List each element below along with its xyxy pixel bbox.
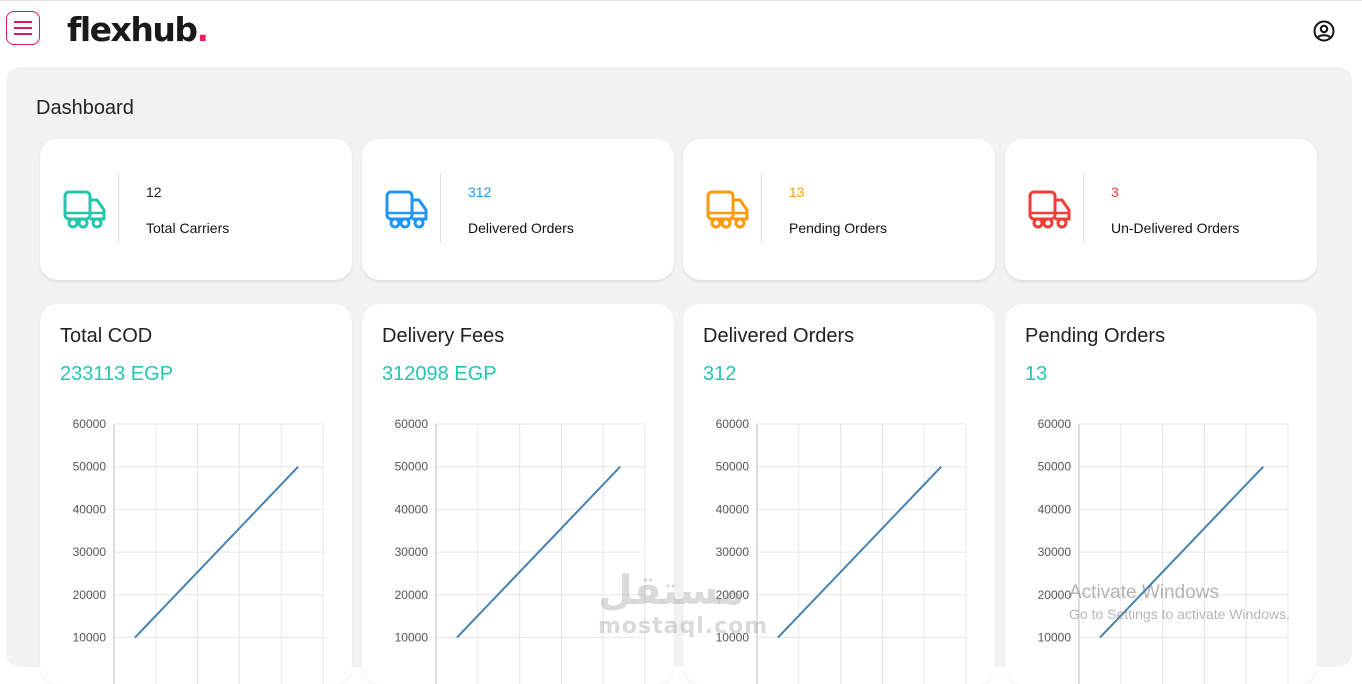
- stat-label: Pending Orders: [789, 220, 888, 236]
- card-value: 312: [703, 363, 737, 385]
- stat-card-total-carriers[interactable]: 12 Total Carriers: [40, 139, 352, 280]
- y-tick-label: 20000: [716, 588, 750, 602]
- truck-icon: [1028, 190, 1071, 229]
- card-title: Pending Orders: [1025, 325, 1166, 347]
- y-tick-label: 10000: [716, 631, 750, 645]
- truck-icon: [385, 190, 428, 229]
- y-tick-label: 60000: [1038, 417, 1072, 431]
- y-tick-label: 20000: [395, 588, 429, 602]
- stat-value: 3: [1111, 184, 1119, 200]
- y-tick-label: 20000: [73, 588, 107, 602]
- card-title: Total COD: [60, 325, 153, 347]
- line-chart: 60000 50000 40000 30000 20000 10000: [73, 417, 324, 684]
- truck-icon: [63, 190, 106, 229]
- y-tick-label: 40000: [1038, 502, 1072, 516]
- y-tick-label: 50000: [1038, 460, 1072, 474]
- stat-label: Delivered Orders: [468, 220, 574, 236]
- y-tick-label: 10000: [1038, 631, 1072, 645]
- logo-dot: .: [196, 10, 209, 49]
- y-tick-label: 20000: [1038, 588, 1072, 602]
- stat-value: 13: [789, 184, 805, 200]
- stat-value: 12: [146, 184, 162, 200]
- line-chart: 60000 50000 40000 30000 20000 10000: [1038, 417, 1289, 684]
- user-circle-icon: [1313, 20, 1335, 42]
- stat-card-delivered-orders[interactable]: 312 Delivered Orders: [362, 139, 674, 280]
- dashboard-panel: Dashboard 12 Total Carriers 312 Delivere…: [6, 67, 1352, 684]
- page-title: Dashboard: [36, 97, 134, 119]
- app-logo[interactable]: flexhub.: [67, 9, 209, 51]
- y-tick-label: 50000: [395, 460, 429, 474]
- stat-card-pending-orders[interactable]: 13 Pending Orders: [683, 139, 995, 280]
- y-tick-label: 10000: [73, 631, 107, 645]
- card-value: 13: [1025, 363, 1048, 385]
- y-tick-label: 50000: [73, 460, 107, 474]
- chart-card-total-cod: Total COD 233113 EGP 60000 50000 40000 3000…: [40, 304, 352, 684]
- truck-icon: [706, 190, 749, 229]
- card-value: 233113 EGP: [60, 363, 174, 385]
- profile-button[interactable]: [1312, 19, 1336, 43]
- line-chart: 60000 50000 40000 30000 20000 10000: [395, 417, 646, 684]
- y-tick-label: 60000: [395, 417, 429, 431]
- y-tick-label: 30000: [395, 545, 429, 559]
- chart-card-pending-orders: Pending Orders 13 60000 50000 40000 30000 20…: [1005, 304, 1317, 684]
- menu-button[interactable]: [6, 11, 40, 45]
- y-tick-label: 30000: [73, 545, 107, 559]
- y-tick-label: 40000: [395, 502, 429, 516]
- card-value: 312098 EGP: [382, 363, 497, 385]
- line-chart: 60000 50000 40000 30000 20000 10000: [716, 417, 967, 684]
- y-tick-label: 60000: [73, 417, 107, 431]
- stat-divider: [761, 173, 762, 243]
- stat-divider: [1083, 173, 1084, 243]
- y-tick-label: 60000: [716, 417, 750, 431]
- stat-value: 312: [468, 184, 492, 200]
- y-tick-label: 30000: [1038, 545, 1072, 559]
- chart-card-delivery-fees: Delivery Fees 312098 EGP 60000 50000 40000…: [362, 304, 674, 684]
- y-tick-label: 40000: [716, 502, 750, 516]
- y-tick-label: 10000: [395, 631, 429, 645]
- stat-label: Un-Delivered Orders: [1111, 220, 1240, 236]
- y-tick-label: 50000: [716, 460, 750, 474]
- y-tick-label: 40000: [73, 502, 107, 516]
- hamburger-menu-icon: [14, 21, 32, 35]
- stat-divider: [440, 173, 441, 243]
- top-bar: flexhub.: [0, 0, 1362, 63]
- chart-card-delivered-orders: Delivered Orders 312 60000 50000 40000 3000…: [683, 304, 995, 684]
- stat-divider: [118, 173, 119, 243]
- card-title: Delivery Fees: [382, 325, 505, 347]
- stat-card-undelivered-orders[interactable]: 3 Un-Delivered Orders: [1005, 139, 1317, 280]
- card-title: Delivered Orders: [703, 325, 855, 347]
- logo-text: flexhub: [67, 10, 198, 49]
- stat-label: Total Carriers: [146, 220, 230, 236]
- y-tick-label: 30000: [716, 545, 750, 559]
